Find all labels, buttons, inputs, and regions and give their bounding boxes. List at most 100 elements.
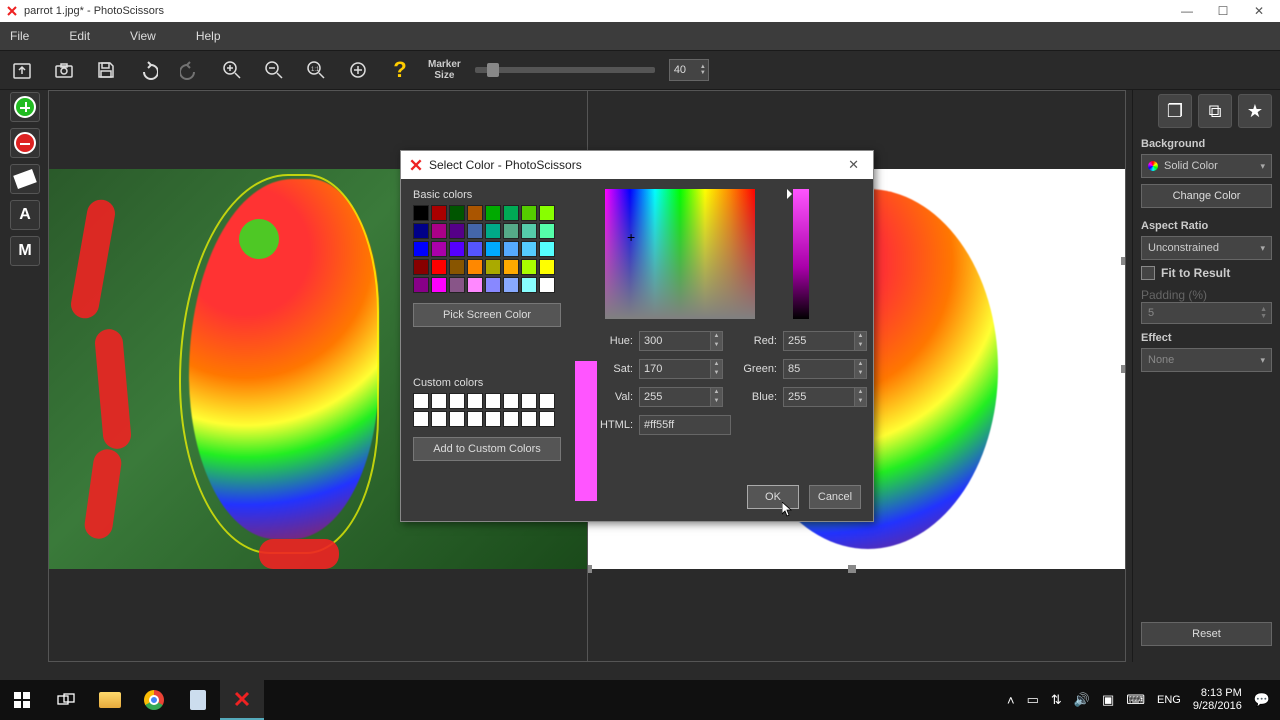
custom-swatch[interactable] (485, 393, 501, 409)
taskbar-app-photoscissors[interactable] (220, 680, 264, 720)
start-button[interactable] (0, 680, 44, 720)
val-input[interactable] (639, 387, 711, 407)
custom-swatch[interactable] (413, 393, 429, 409)
custom-swatch[interactable] (539, 411, 555, 427)
custom-swatch[interactable] (449, 411, 465, 427)
help-icon[interactable]: ? (386, 56, 414, 84)
basic-swatch[interactable] (539, 205, 555, 221)
basic-swatch[interactable] (539, 223, 555, 239)
basic-swatch[interactable] (485, 205, 501, 221)
redo-icon[interactable] (176, 56, 204, 84)
basic-swatch[interactable] (485, 259, 501, 275)
hue-input[interactable] (639, 331, 711, 351)
star-icon[interactable]: ★ (1238, 94, 1272, 128)
tray-notifications-icon[interactable]: 💬 (1254, 692, 1270, 708)
basic-swatch[interactable] (539, 259, 555, 275)
basic-swatch[interactable] (413, 223, 429, 239)
cancel-button[interactable]: Cancel (809, 485, 861, 509)
custom-swatch[interactable] (485, 411, 501, 427)
manual-button[interactable]: M (10, 236, 40, 266)
green-input[interactable] (783, 359, 855, 379)
close-button[interactable]: ✕ (1252, 4, 1266, 18)
basic-swatch[interactable] (503, 223, 519, 239)
minimize-button[interactable]: — (1180, 4, 1194, 18)
tray-clock[interactable]: 8:13 PM 9/28/2016 (1193, 687, 1242, 713)
custom-swatch[interactable] (467, 411, 483, 427)
save-icon[interactable] (92, 56, 120, 84)
basic-swatch[interactable] (413, 205, 429, 221)
tray-action-icon[interactable]: ▣ (1102, 692, 1114, 708)
custom-swatch[interactable] (431, 411, 447, 427)
tray-keyboard-icon[interactable]: ⌨ (1126, 692, 1145, 708)
basic-swatch[interactable] (431, 277, 447, 293)
basic-swatch[interactable] (467, 241, 483, 257)
custom-swatch[interactable] (503, 393, 519, 409)
custom-swatch[interactable] (467, 393, 483, 409)
basic-swatch[interactable] (485, 277, 501, 293)
custom-swatch[interactable] (449, 393, 465, 409)
basic-swatch[interactable] (467, 223, 483, 239)
basic-swatch[interactable] (467, 277, 483, 293)
basic-swatch[interactable] (503, 241, 519, 257)
dialog-close-icon[interactable]: ✕ (842, 157, 865, 173)
basic-swatch[interactable] (413, 277, 429, 293)
copy-icon[interactable]: ⧉ (1198, 94, 1232, 128)
reset-button[interactable]: Reset (1141, 622, 1272, 646)
hue-slider[interactable] (793, 189, 809, 319)
basic-swatch[interactable] (521, 241, 537, 257)
basic-swatch[interactable] (485, 241, 501, 257)
background-marker-button[interactable] (10, 128, 40, 158)
blue-input[interactable] (783, 387, 855, 407)
basic-swatch[interactable] (521, 205, 537, 221)
basic-swatch[interactable] (431, 205, 447, 221)
tray-volume-icon[interactable]: 🔊 (1074, 692, 1090, 708)
basic-swatch[interactable] (413, 241, 429, 257)
custom-swatch[interactable] (503, 411, 519, 427)
tray-wifi-icon[interactable]: ⇅ (1051, 692, 1062, 708)
basic-swatch[interactable] (431, 223, 447, 239)
change-color-button[interactable]: Change Color (1141, 184, 1272, 208)
background-mode-select[interactable]: Solid Color (1141, 154, 1272, 178)
fit-checkbox[interactable] (1141, 266, 1155, 280)
basic-swatch[interactable] (539, 277, 555, 293)
hue-marker[interactable] (787, 189, 797, 199)
basic-swatch[interactable] (503, 205, 519, 221)
basic-swatch[interactable] (449, 277, 465, 293)
basic-swatch[interactable] (449, 205, 465, 221)
custom-swatch[interactable] (431, 393, 447, 409)
custom-swatch[interactable] (413, 411, 429, 427)
zoom-actual-icon[interactable]: 1:1 (302, 56, 330, 84)
effect-select[interactable]: None (1141, 348, 1272, 372)
menu-edit[interactable]: Edit (69, 29, 90, 43)
basic-swatch[interactable] (467, 259, 483, 275)
taskbar-app-notepad[interactable] (176, 680, 220, 720)
auto-button[interactable]: A (10, 200, 40, 230)
basic-swatch[interactable] (539, 241, 555, 257)
basic-swatch[interactable] (431, 259, 447, 275)
custom-swatch[interactable] (539, 393, 555, 409)
layers-icon[interactable]: ❐ (1158, 94, 1192, 128)
basic-swatch[interactable] (449, 259, 465, 275)
marker-size-slider[interactable] (475, 67, 655, 73)
basic-swatch[interactable] (449, 241, 465, 257)
sat-input[interactable] (639, 359, 711, 379)
basic-swatch[interactable] (413, 259, 429, 275)
basic-swatch[interactable] (467, 205, 483, 221)
taskbar-app-chrome[interactable] (132, 680, 176, 720)
aspect-ratio-select[interactable]: Unconstrained (1141, 236, 1272, 260)
tray-chevron-icon[interactable]: ˄ (1007, 693, 1015, 708)
pick-screen-color-button[interactable]: Pick Screen Color (413, 303, 561, 327)
basic-swatch[interactable] (449, 223, 465, 239)
marker-size-value[interactable] (670, 64, 698, 76)
marker-size-spinner[interactable]: ▲▼ (669, 59, 709, 81)
taskbar-app-explorer[interactable] (88, 680, 132, 720)
basic-swatch[interactable] (503, 277, 519, 293)
task-view-icon[interactable] (44, 680, 88, 720)
menu-file[interactable]: File (10, 29, 29, 43)
zoom-out-icon[interactable] (260, 56, 288, 84)
color-field[interactable]: + (605, 189, 755, 319)
tray-language[interactable]: ENG (1157, 694, 1181, 706)
zoom-in-icon[interactable] (218, 56, 246, 84)
custom-swatch[interactable] (521, 411, 537, 427)
ok-button[interactable]: OK (747, 485, 799, 509)
